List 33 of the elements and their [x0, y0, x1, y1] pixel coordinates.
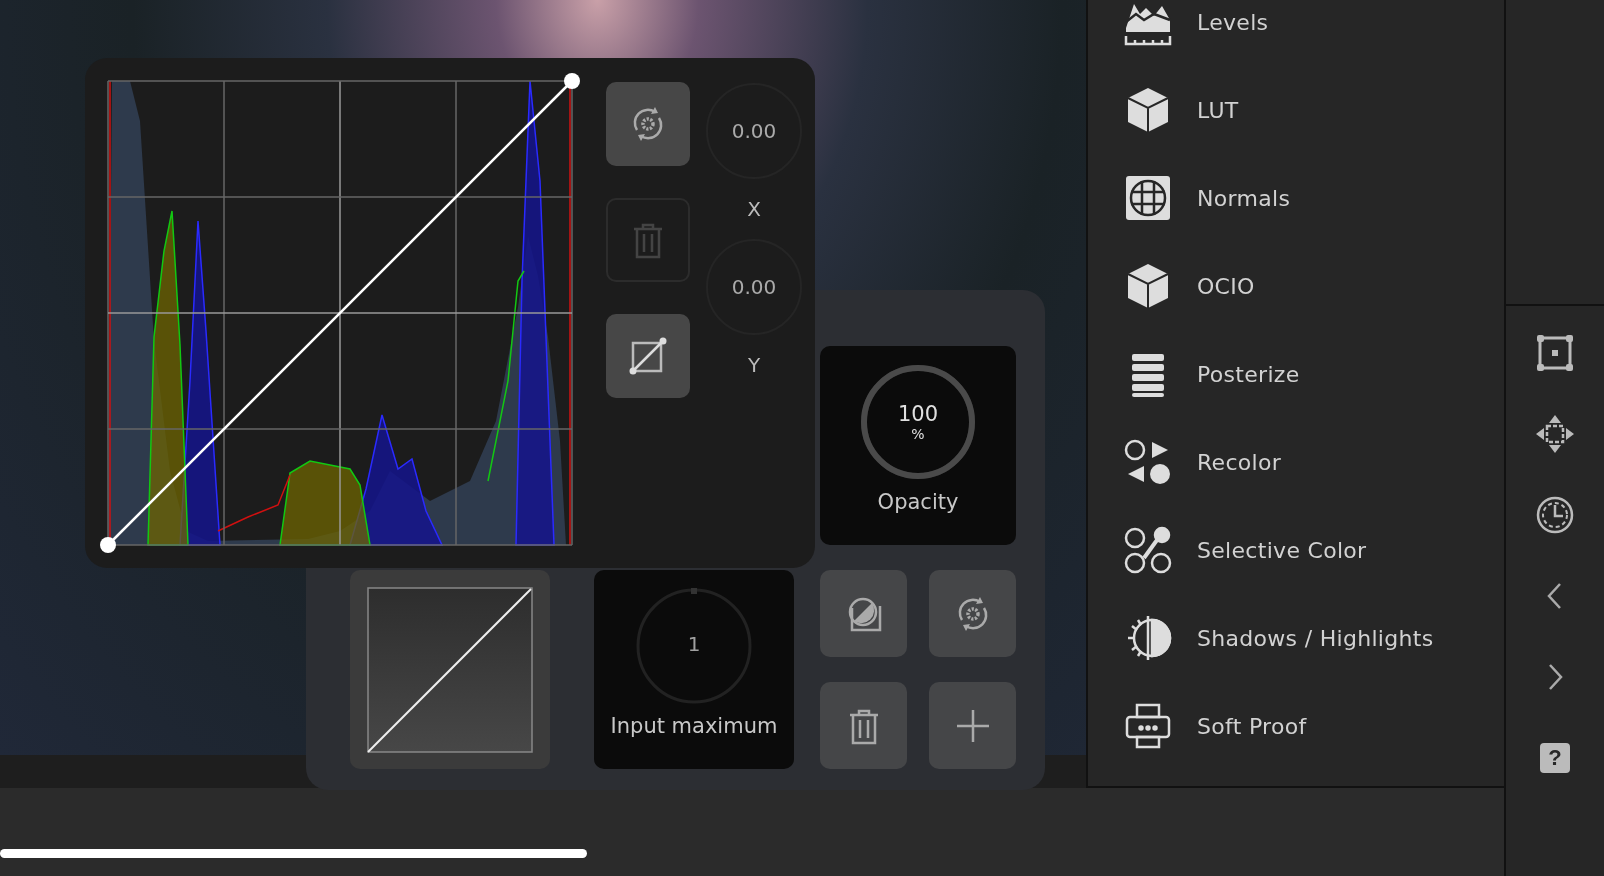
adjustment-item[interactable]: Levels	[1088, 0, 1504, 66]
dropper-circles-icon	[1124, 526, 1172, 574]
help-button[interactable]: ?	[1523, 717, 1587, 798]
curves-graph-drawing[interactable]	[100, 73, 580, 553]
delete-button[interactable]	[820, 682, 907, 769]
move-icon	[1535, 413, 1575, 454]
shapes-icon	[1124, 438, 1172, 486]
adjustment-item[interactable]: Normals	[1088, 154, 1504, 242]
diagonal-square-icon	[628, 336, 668, 376]
printer-icon	[1124, 702, 1172, 750]
reset-settings-button[interactable]	[606, 82, 690, 166]
adjustment-item[interactable]: Posterize	[1088, 330, 1504, 418]
adjustment-item[interactable]: Recolor	[1088, 418, 1504, 506]
clock-icon	[1535, 494, 1575, 535]
coordinate-label: Y	[747, 352, 761, 379]
curve-mode-button[interactable]	[606, 314, 690, 398]
input-maximum-dial[interactable]: 1 Input maximum	[594, 570, 794, 769]
adjustment-item[interactable]: LUT	[1088, 66, 1504, 154]
reset-settings-button[interactable]	[929, 570, 1016, 657]
input-maximum-label: Input maximum	[610, 714, 778, 738]
mask-button[interactable]	[820, 570, 907, 657]
transform-handles-icon	[1535, 332, 1575, 373]
coordinate-label: X	[747, 196, 761, 223]
adjustment-item[interactable]: Soft Proof	[1088, 682, 1504, 770]
globe-icon	[1124, 174, 1172, 222]
coordinate-dial[interactable]: 0.00	[706, 239, 802, 335]
coordinate-dial[interactable]: 0.00	[706, 83, 802, 179]
adjustment-item[interactable]: Selective Color	[1088, 506, 1504, 594]
curve-thumbnail[interactable]	[350, 570, 550, 769]
adjustment-item[interactable]: Shadows / Highlights	[1088, 594, 1504, 682]
adjustment-item[interactable]: OCIO	[1088, 242, 1504, 330]
input-maximum-value: 1	[687, 632, 701, 656]
opacity-label: Opacity	[877, 490, 959, 514]
